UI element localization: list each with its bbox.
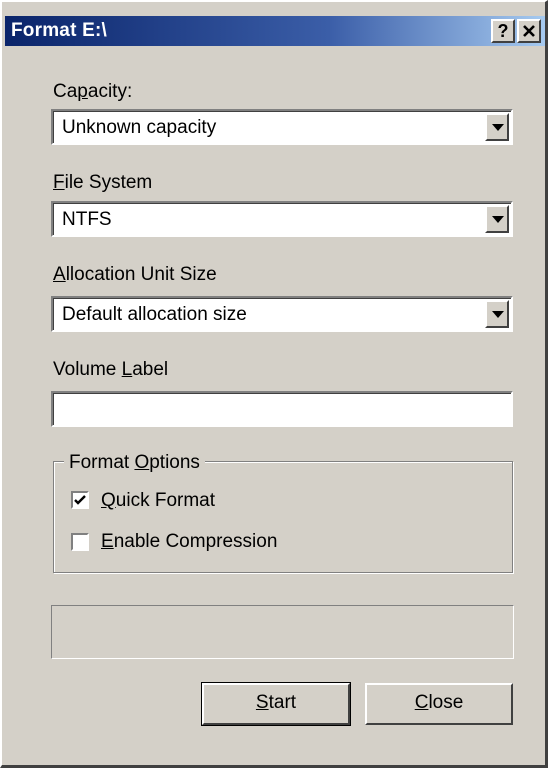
capacity-value: Unknown capacity bbox=[62, 117, 217, 138]
close-button[interactable]: Close bbox=[365, 683, 513, 725]
start-button[interactable]: Start bbox=[201, 682, 351, 726]
capacity-label: Capacity: bbox=[53, 81, 133, 102]
quick-format-label[interactable]: Quick Format bbox=[101, 490, 215, 512]
chevron-down-icon[interactable] bbox=[485, 300, 509, 328]
file-system-select[interactable]: NTFS bbox=[51, 201, 513, 237]
format-options-group bbox=[53, 461, 513, 573]
chevron-down-icon[interactable] bbox=[485, 205, 509, 233]
volume-label-input[interactable] bbox=[51, 391, 513, 427]
volume-label-label: Volume Label bbox=[53, 359, 169, 380]
capacity-select[interactable]: Unknown capacity bbox=[51, 109, 513, 145]
progress-bar bbox=[51, 605, 514, 659]
help-button[interactable]: ? bbox=[491, 19, 515, 43]
dialog-title: Format E:\ bbox=[11, 20, 107, 41]
allocation-unit-label: Allocation Unit Size bbox=[53, 264, 217, 285]
allocation-unit-select[interactable]: Default allocation size bbox=[51, 296, 513, 332]
enable-compression-checkbox[interactable] bbox=[71, 533, 89, 551]
file-system-label: File System bbox=[53, 172, 153, 193]
file-system-value: NTFS bbox=[62, 209, 112, 230]
check-icon bbox=[74, 495, 86, 505]
enable-compression-label[interactable]: Enable Compression bbox=[101, 531, 277, 553]
allocation-unit-value: Default allocation size bbox=[62, 304, 247, 325]
chevron-down-icon[interactable] bbox=[485, 113, 509, 141]
quick-format-checkbox[interactable] bbox=[71, 491, 89, 509]
format-options-legend: Format Options bbox=[64, 452, 205, 474]
close-icon[interactable] bbox=[517, 19, 541, 43]
title-bar[interactable]: Format E:\ ? bbox=[5, 16, 545, 46]
format-dialog: Format E:\ ? Capacity: Unknown capacity … bbox=[0, 0, 548, 768]
